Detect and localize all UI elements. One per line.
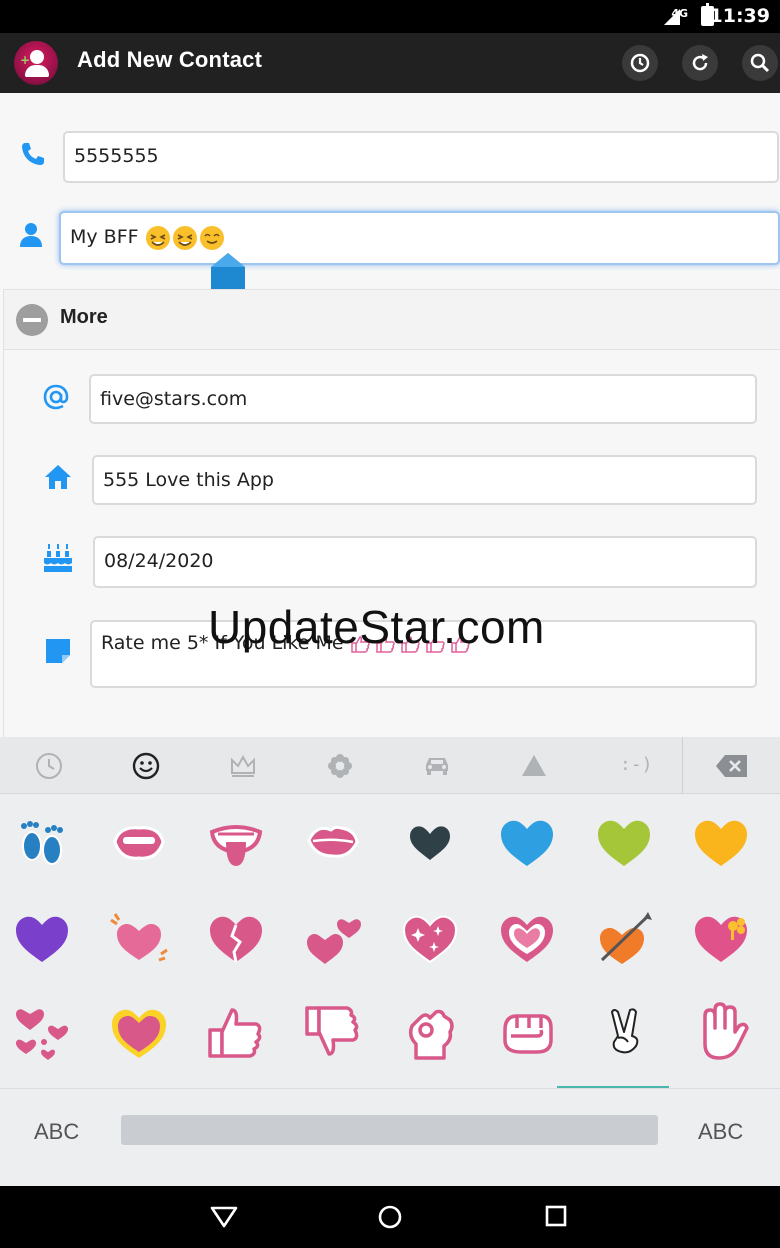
clock: 11:39 [709, 5, 770, 27]
green-heart-icon[interactable] [594, 812, 654, 872]
name-field[interactable]: My BFF [59, 211, 780, 265]
tab-nature[interactable] [291, 737, 388, 794]
flower-icon [328, 754, 352, 778]
collapse-icon [16, 304, 48, 336]
revolving-hearts-icon[interactable] [12, 1002, 72, 1062]
crown-icon [231, 754, 255, 777]
app-bar: + Add New Contact [0, 33, 780, 93]
purple-heart-icon[interactable] [12, 908, 72, 968]
at-icon [43, 384, 69, 410]
home-nav-icon[interactable] [377, 1204, 403, 1230]
thumbs-up-icon[interactable] [206, 1002, 266, 1062]
cake-icon [44, 544, 72, 572]
abc-left-key[interactable]: ABC [34, 1119, 79, 1145]
page-title: Add New Contact [77, 47, 263, 72]
add-contact-avatar-icon: + [14, 41, 58, 85]
email-field[interactable]: five@stars.com [89, 374, 757, 424]
emoji-grid [0, 794, 780, 1088]
phone-icon [22, 143, 44, 165]
heart-with-ribbon-icon[interactable] [691, 908, 751, 968]
phone-value: 5555555 [74, 145, 159, 167]
tab-recent[interactable] [0, 737, 97, 794]
email-value: five@stars.com [100, 388, 248, 410]
recents-icon[interactable] [544, 1204, 568, 1228]
refresh-button[interactable] [682, 45, 718, 81]
search-button[interactable] [742, 45, 778, 81]
ok-hand-icon[interactable] [400, 1002, 460, 1062]
space-bar[interactable] [121, 1115, 658, 1145]
victory-hand-icon[interactable] [594, 1002, 654, 1062]
address-field[interactable]: 555 Love this App [92, 455, 757, 505]
history-icon [630, 53, 650, 73]
car-icon [426, 758, 448, 775]
blue-heart-icon[interactable] [497, 812, 557, 872]
tongue-icon[interactable] [206, 812, 266, 872]
kiss-mark-icon[interactable] [303, 812, 363, 872]
watermark: UpdateStar.com [208, 601, 545, 653]
home-icon [45, 465, 71, 489]
status-bar: 4G 11:39 [0, 0, 780, 33]
backspace-icon [716, 755, 747, 777]
recent-icon [36, 753, 62, 779]
thumbs-down-icon[interactable] [303, 1002, 363, 1062]
heart-with-arrow-icon[interactable] [594, 908, 654, 968]
tab-symbols[interactable] [485, 737, 582, 794]
backspace-key[interactable] [682, 737, 779, 794]
address-value: 555 Love this App [103, 469, 274, 491]
more-label: More [60, 306, 108, 328]
history-button[interactable] [622, 45, 658, 81]
emoji-keyboard-tabs: :-) [0, 737, 780, 794]
back-icon[interactable] [210, 1204, 238, 1230]
heart-decoration-icon[interactable] [109, 1002, 169, 1062]
person-icon [20, 223, 42, 247]
footprints-icon[interactable] [12, 812, 72, 872]
keyboard-bottom-row: ABC ABC [0, 1088, 780, 1186]
search-icon [750, 53, 770, 73]
two-hearts-icon[interactable] [303, 908, 363, 968]
phone-field[interactable]: 5555555 [63, 131, 779, 183]
signal-icon [664, 9, 680, 25]
laughing-face-icons [145, 225, 224, 250]
refresh-icon [692, 54, 708, 71]
name-value: My BFF [70, 226, 139, 248]
abc-right-key[interactable]: ABC [698, 1119, 743, 1145]
sparkling-heart-icon[interactable] [400, 908, 460, 968]
mouth-icon[interactable] [109, 812, 169, 872]
birthday-field[interactable]: 08/24/2020 [93, 536, 757, 588]
smiley-icon [132, 752, 160, 780]
yellow-heart-icon[interactable] [691, 812, 751, 872]
fist-icon[interactable] [497, 1002, 557, 1062]
beating-heart-icon[interactable] [109, 908, 169, 968]
birthday-value: 08/24/2020 [104, 550, 214, 572]
broken-heart-icon[interactable] [206, 908, 266, 968]
growing-heart-icon[interactable] [497, 908, 557, 968]
navigation-bar [0, 1186, 780, 1248]
more-section: More five@stars.com 555 Love this App 08… [3, 289, 780, 737]
note-icon [46, 639, 70, 663]
emoticon-tab-label: :-) [620, 754, 653, 775]
more-toggle[interactable]: More [4, 290, 780, 350]
black-heart-icon[interactable] [400, 812, 460, 872]
tab-places[interactable] [388, 737, 485, 794]
triangle-icon [522, 755, 546, 776]
raised-hand-icon[interactable] [691, 1002, 751, 1062]
tab-objects[interactable] [194, 737, 291, 794]
tab-smileys[interactable] [97, 737, 194, 794]
tab-emoticons[interactable]: :-) [582, 737, 679, 794]
